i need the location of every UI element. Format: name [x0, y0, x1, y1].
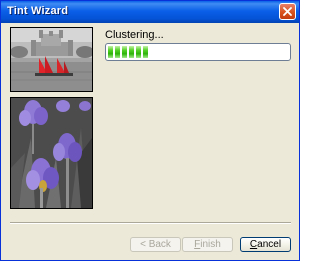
progress-segment — [136, 46, 141, 58]
close-icon — [283, 7, 292, 16]
back-button[interactable]: < Back — [130, 237, 181, 252]
status-label: Clustering... — [105, 29, 164, 41]
title-bar[interactable]: Tint Wizard — [1, 1, 299, 23]
crocus-preview-image — [10, 97, 93, 209]
castle-preview-image — [10, 27, 93, 92]
cancel-label: ancel — [257, 239, 282, 250]
tint-wizard-window: Tint Wizard Clustering... < Back Finish … — [0, 0, 300, 261]
wizard-content: Clustering... < Back Finish Cancel — [1, 23, 299, 260]
progress-segment — [143, 46, 148, 58]
cancel-button[interactable]: Cancel — [240, 237, 291, 252]
progress-segment — [115, 46, 120, 58]
progress-segment — [129, 46, 134, 58]
clustering-progress-bar — [105, 43, 291, 61]
back-arrow: < — [140, 239, 146, 250]
close-button[interactable] — [279, 3, 296, 20]
back-label: Back — [148, 239, 171, 250]
footer-separator — [10, 222, 291, 224]
progress-segment — [122, 46, 127, 58]
window-title: Tint Wizard — [7, 5, 69, 17]
progress-segment — [108, 46, 113, 58]
finish-button[interactable]: Finish — [182, 237, 233, 252]
finish-label: inish — [200, 239, 221, 250]
